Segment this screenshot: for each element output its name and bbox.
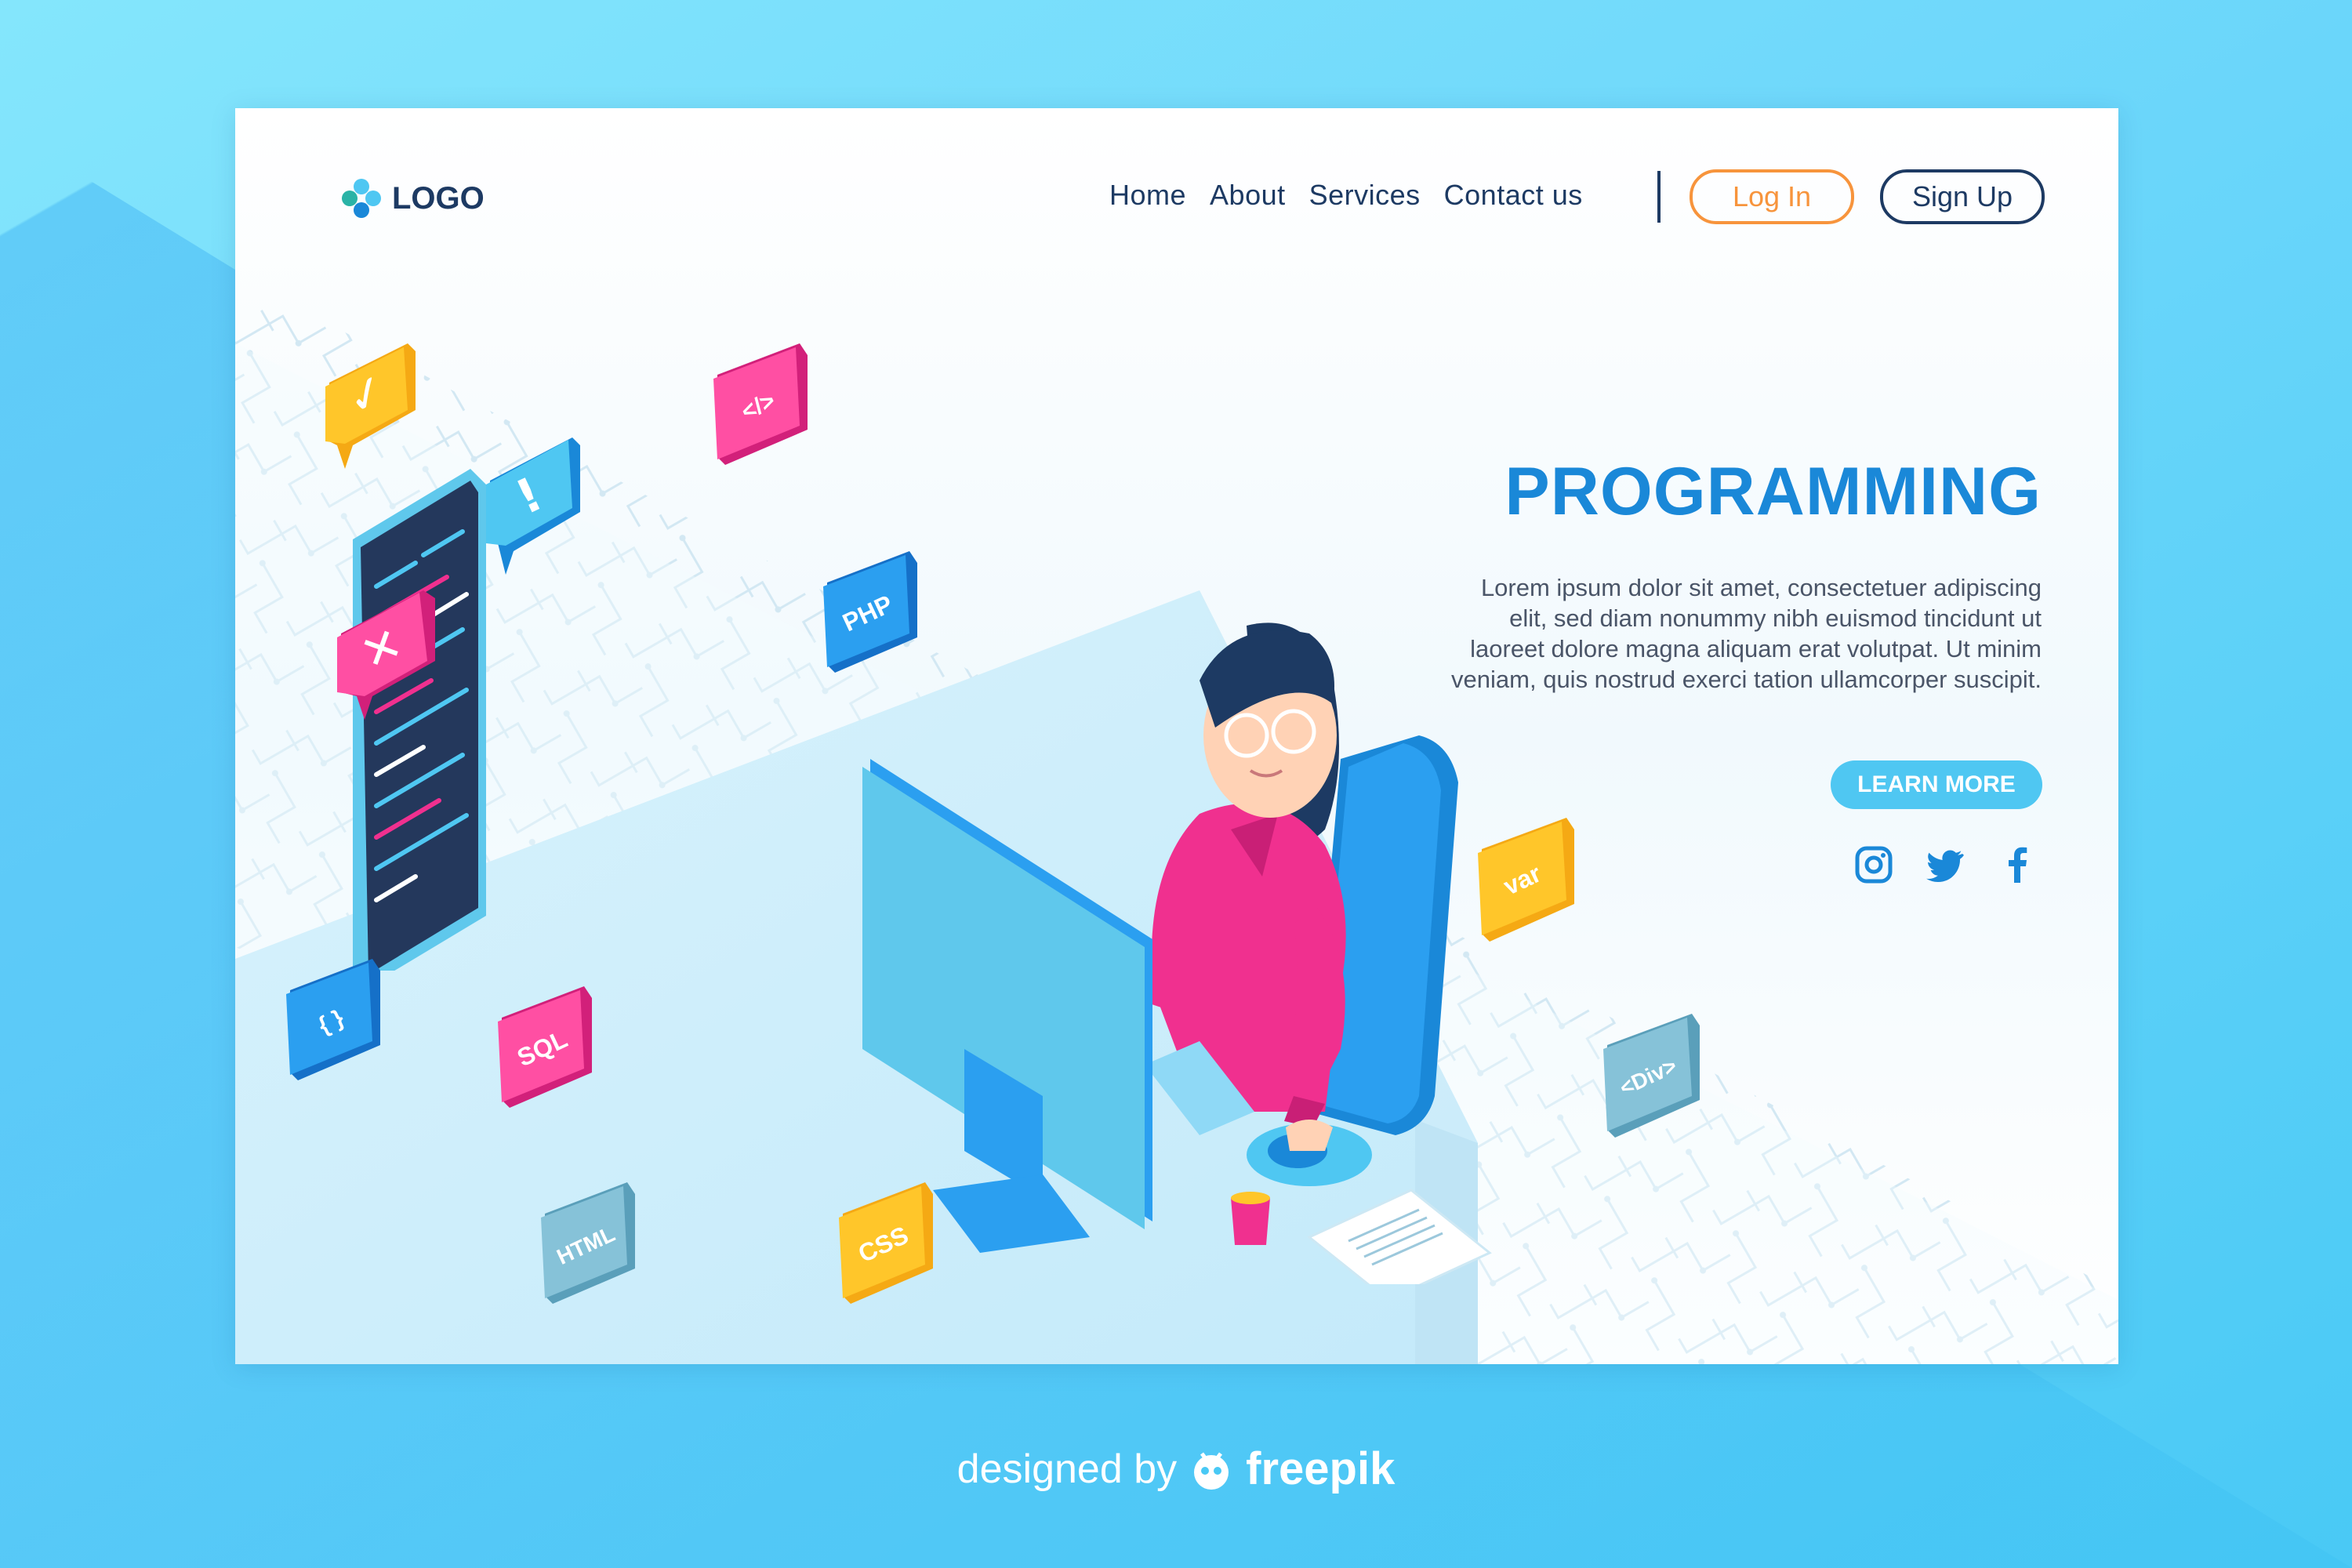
coffee-cup — [1231, 1198, 1270, 1245]
learn-more-button[interactable]: LEARN MORE — [1831, 760, 2042, 809]
nav-link-contact[interactable]: Contact us — [1444, 179, 1583, 212]
instagram-icon[interactable] — [1854, 845, 1893, 884]
document-paper — [1307, 1189, 1492, 1284]
landing-page-card: LOGO Home About Services Contact us Log … — [235, 108, 2118, 1364]
nav-divider — [1657, 171, 1661, 223]
error-bubble: ✕ — [337, 590, 435, 720]
top-navigation: LOGO Home About Services Contact us Log … — [235, 108, 2118, 281]
nav-link-services[interactable]: Services — [1309, 179, 1421, 212]
login-button[interactable]: Log In — [1690, 169, 1854, 224]
footer-brand[interactable]: freepik — [1246, 1443, 1395, 1495]
check-bubble: ✓ — [325, 343, 416, 469]
programmer-illustration — [862, 622, 1492, 1284]
nav-link-home[interactable]: Home — [1109, 179, 1186, 212]
sql-badge: SQL — [498, 986, 592, 1108]
braces-badge: { } — [286, 959, 380, 1080]
freepik-logo-icon — [1194, 1452, 1229, 1490]
nav-links: Home About Services Contact us — [1109, 179, 1583, 212]
logo[interactable]: LOGO — [340, 177, 485, 220]
logo-text: LOGO — [392, 180, 485, 216]
nav-link-about[interactable]: About — [1210, 179, 1286, 212]
signup-button[interactable]: Sign Up — [1880, 169, 2045, 224]
footer-prefix: designed by — [956, 1446, 1178, 1492]
social-links — [1854, 845, 2038, 884]
logo-icon — [342, 179, 381, 218]
alert-bubble: ! — [486, 437, 580, 575]
twitter-icon[interactable] — [1926, 845, 1965, 884]
tag-code-badge: </> — [713, 343, 808, 465]
facebook-icon[interactable] — [1998, 845, 2038, 884]
footer-credit: designed by freepik — [0, 1443, 2352, 1495]
